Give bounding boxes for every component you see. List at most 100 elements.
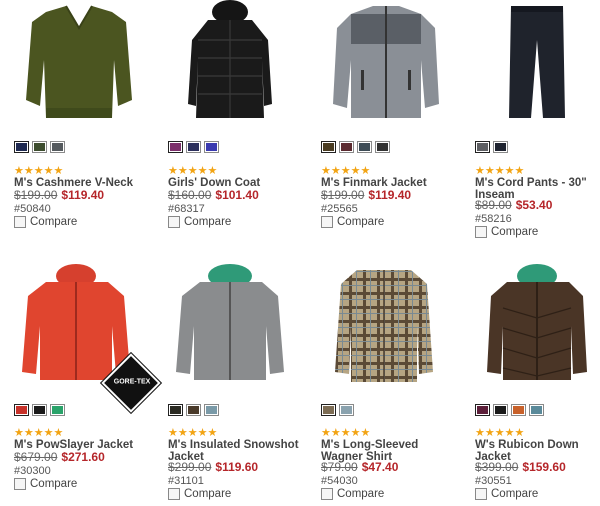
- color-swatch[interactable]: [50, 141, 65, 153]
- original-price: $79.00: [321, 460, 358, 474]
- compare-toggle[interactable]: Compare: [475, 226, 538, 238]
- compare-toggle[interactable]: Compare: [14, 216, 77, 228]
- original-price: $199.00: [14, 188, 58, 202]
- price: $79.00 $47.40: [321, 461, 398, 474]
- compare-checkbox[interactable]: [475, 488, 487, 500]
- sale-price: $119.40: [368, 188, 412, 202]
- color-swatch[interactable]: [50, 404, 65, 416]
- sale-price: $101.40: [215, 188, 259, 202]
- original-price: $160.00: [168, 188, 212, 202]
- sale-price: $119.40: [61, 188, 105, 202]
- compare-toggle[interactable]: Compare: [321, 216, 384, 228]
- item-number: #54030: [321, 475, 358, 487]
- color-swatch[interactable]: [339, 141, 354, 153]
- color-swatch[interactable]: [529, 404, 544, 416]
- coat-image[interactable]: [168, 0, 298, 128]
- gray-jacket-image[interactable]: [168, 264, 298, 392]
- compare-label: Compare: [337, 216, 385, 228]
- sweater-image[interactable]: [14, 0, 144, 128]
- price: $89.00 $53.40: [475, 199, 552, 212]
- color-swatch[interactable]: [168, 141, 183, 153]
- color-swatches: [321, 404, 354, 416]
- item-number: #30300: [14, 465, 51, 477]
- color-swatches: [14, 141, 65, 153]
- price: $399.00 $159.60: [475, 461, 566, 474]
- rating-stars: ★★★★★: [475, 165, 525, 177]
- rating-stars: ★★★★★: [168, 165, 218, 177]
- color-swatch[interactable]: [32, 141, 47, 153]
- item-number: #50840: [14, 203, 51, 215]
- color-swatch[interactable]: [493, 404, 508, 416]
- gore-tex-label: GORE-TEX: [113, 378, 151, 386]
- original-price: $679.00: [14, 450, 58, 464]
- color-swatch[interactable]: [14, 141, 29, 153]
- plaid-shirt-image[interactable]: [321, 264, 451, 392]
- rating-stars: ★★★★★: [321, 427, 371, 439]
- price: $299.00 $119.60: [168, 461, 258, 474]
- compare-toggle[interactable]: Compare: [14, 478, 77, 490]
- pants-image[interactable]: [475, 0, 600, 128]
- compare-toggle[interactable]: Compare: [168, 488, 231, 500]
- compare-checkbox[interactable]: [475, 226, 487, 238]
- color-swatch[interactable]: [339, 404, 354, 416]
- color-swatch[interactable]: [204, 404, 219, 416]
- rating-stars: ★★★★★: [475, 427, 525, 439]
- color-swatch[interactable]: [475, 404, 490, 416]
- color-swatches: [168, 141, 219, 153]
- color-swatches: [321, 141, 390, 153]
- compare-label: Compare: [491, 488, 539, 500]
- compare-label: Compare: [30, 478, 78, 490]
- compare-label: Compare: [30, 216, 78, 228]
- color-swatch[interactable]: [168, 404, 183, 416]
- item-number: #25565: [321, 203, 358, 215]
- sale-price: $47.40: [361, 460, 399, 474]
- item-number: #31101: [168, 475, 204, 487]
- color-swatch[interactable]: [475, 141, 490, 153]
- price: $199.00 $119.40: [321, 189, 411, 202]
- color-swatch[interactable]: [375, 141, 390, 153]
- compare-label: Compare: [184, 216, 232, 228]
- original-price: $399.00: [475, 460, 519, 474]
- color-swatch[interactable]: [321, 404, 336, 416]
- compare-checkbox[interactable]: [14, 216, 26, 228]
- compare-toggle[interactable]: Compare: [475, 488, 538, 500]
- rating-stars: ★★★★★: [321, 165, 371, 177]
- compare-toggle[interactable]: Compare: [321, 488, 384, 500]
- original-price: $199.00: [321, 188, 365, 202]
- original-price: $299.00: [168, 460, 212, 474]
- color-swatch[interactable]: [186, 141, 201, 153]
- color-swatch[interactable]: [204, 141, 219, 153]
- item-number: #58216: [475, 213, 512, 225]
- down-jacket-image[interactable]: [475, 264, 600, 392]
- item-number: #30551: [475, 475, 512, 487]
- color-swatches: [168, 404, 219, 416]
- compare-toggle[interactable]: Compare: [168, 216, 231, 228]
- sale-price: $271.60: [61, 450, 105, 464]
- color-swatch[interactable]: [14, 404, 29, 416]
- product-grid: ★★★★★ M's Cashmere V-Neck $199.00 $119.40…: [0, 0, 600, 506]
- price: $679.00 $271.60: [14, 451, 105, 464]
- sale-price: $119.60: [215, 460, 259, 474]
- rating-stars: ★★★★★: [14, 165, 64, 177]
- rating-stars: ★★★★★: [168, 427, 218, 439]
- compare-checkbox[interactable]: [168, 488, 180, 500]
- compare-label: Compare: [337, 488, 385, 500]
- compare-checkbox[interactable]: [321, 488, 333, 500]
- compare-label: Compare: [184, 488, 232, 500]
- color-swatches: [475, 404, 544, 416]
- compare-checkbox[interactable]: [168, 216, 180, 228]
- color-swatch[interactable]: [321, 141, 336, 153]
- color-swatch[interactable]: [357, 141, 372, 153]
- fleece-jacket-image[interactable]: [321, 0, 451, 128]
- price: $160.00 $101.40: [168, 189, 259, 202]
- sale-price: $159.60: [522, 460, 566, 474]
- color-swatch[interactable]: [186, 404, 201, 416]
- compare-checkbox[interactable]: [321, 216, 333, 228]
- color-swatch[interactable]: [511, 404, 526, 416]
- item-number: #68317: [168, 203, 205, 215]
- color-swatches: [475, 141, 508, 153]
- compare-checkbox[interactable]: [14, 478, 26, 490]
- color-swatch[interactable]: [493, 141, 508, 153]
- compare-label: Compare: [491, 226, 539, 238]
- color-swatch[interactable]: [32, 404, 47, 416]
